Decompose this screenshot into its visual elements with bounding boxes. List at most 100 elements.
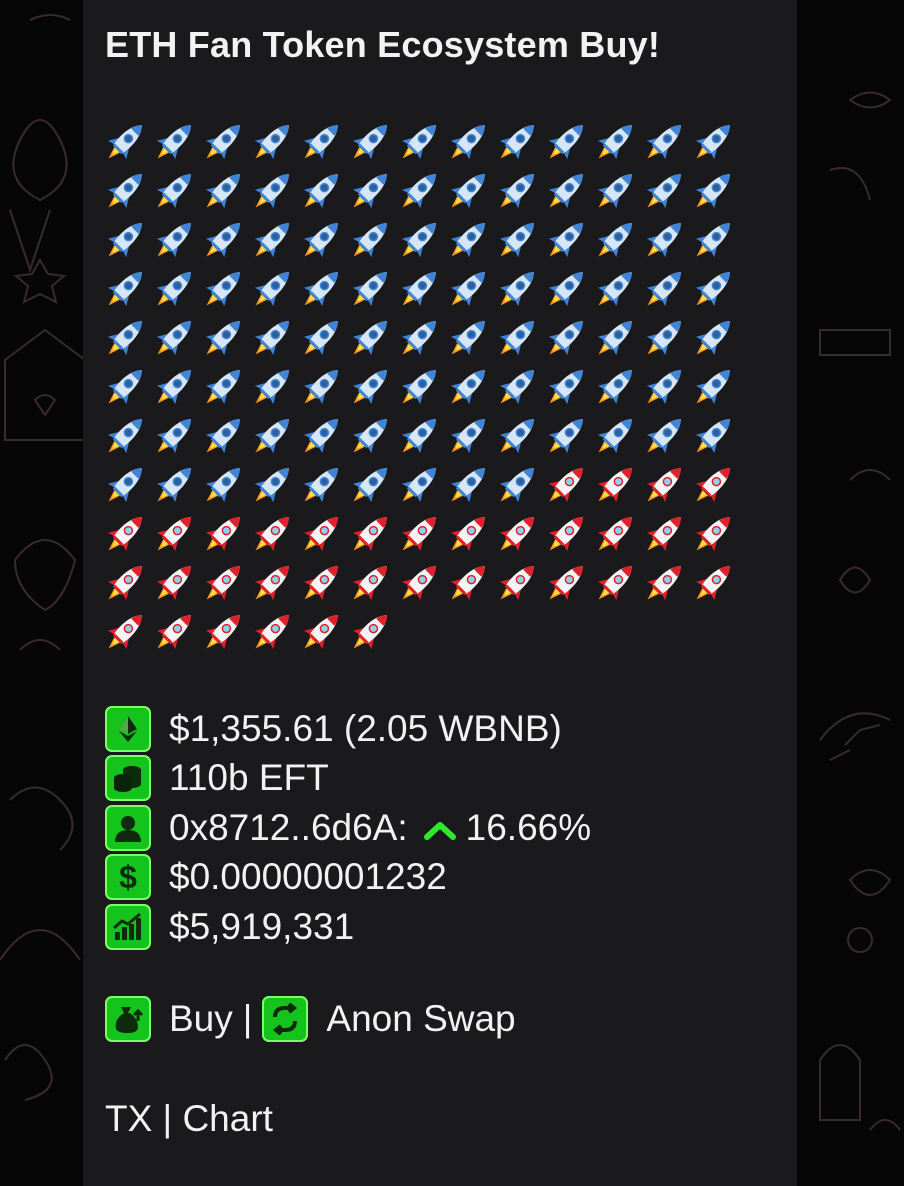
rocket-emoji-blue (254, 223, 289, 258)
rocket-emoji-blue (156, 370, 191, 405)
rocket-emoji-blue (646, 419, 681, 454)
rocket-emoji-blue (352, 370, 387, 405)
rocket-emoji-blue (303, 370, 338, 405)
rocket-emoji-blue (254, 370, 289, 405)
stat-got-value: 110b EFT (169, 757, 329, 799)
rocket-emoji-blue (352, 125, 387, 160)
rocket-emoji-blue (548, 321, 583, 356)
rocket-emoji-red (107, 517, 142, 552)
rocket-emoji-blue (205, 419, 240, 454)
rocket-emoji-red (107, 566, 142, 601)
buyer-wallet-link[interactable]: 0x8712..6d6A: (169, 807, 408, 849)
rocket-emoji-blue (156, 321, 191, 356)
rocket-emoji-blue (401, 272, 436, 307)
rocket-emoji-red (646, 468, 681, 503)
rocket-emoji-blue (156, 174, 191, 209)
rocket-emoji-blue (597, 223, 632, 258)
rocket-emoji-blue (450, 419, 485, 454)
rocket-emoji-blue (597, 321, 632, 356)
rocket-emoji-blue (499, 174, 534, 209)
rocket-emoji-blue (156, 272, 191, 307)
rocket-emoji-blue (107, 125, 142, 160)
rocket-emoji-blue (597, 272, 632, 307)
rocket-emoji-blue (695, 419, 730, 454)
rocket-emoji-blue (646, 174, 681, 209)
rocket-emoji-blue (254, 272, 289, 307)
anon-swap-link[interactable]: Anon Swap (326, 998, 515, 1040)
rocket-emoji-blue (205, 272, 240, 307)
rocket-emoji-blue (548, 272, 583, 307)
rocket-emoji-blue (205, 174, 240, 209)
rocket-emoji-blue (254, 468, 289, 503)
swap-icon (262, 996, 309, 1042)
rocket-emoji-blue (695, 321, 730, 356)
rocket-emoji-blue (205, 321, 240, 356)
svg-text:$: $ (119, 860, 137, 894)
rocket-emoji-blue (401, 174, 436, 209)
rocket-emoji-blue (352, 223, 387, 258)
rocket-emoji-red (303, 615, 338, 650)
stat-market-cap: $5,919,331 (105, 902, 591, 952)
tx-chart-links[interactable]: TX | Chart (105, 1098, 273, 1140)
rocket-emoji-blue (303, 468, 338, 503)
buy-link[interactable]: Buy (169, 998, 233, 1040)
rocket-emoji-blue (499, 370, 534, 405)
message-bubble: ETH Fan Token Ecosystem Buy! $1,355.61 (… (83, 0, 797, 1186)
rocket-emoji-blue (205, 125, 240, 160)
money-bag-icon (105, 996, 151, 1042)
rocket-emoji-blue (107, 272, 142, 307)
rocket-emoji-blue (352, 321, 387, 356)
rocket-emoji-blue (107, 174, 142, 209)
stat-price: $ $0.00000001232 (105, 853, 591, 903)
rocket-emoji-blue (303, 223, 338, 258)
rocket-emoji-blue (548, 370, 583, 405)
rocket-emoji-blue (548, 419, 583, 454)
rocket-emoji-blue (156, 125, 191, 160)
rocket-emoji-red (352, 566, 387, 601)
message-title: ETH Fan Token Ecosystem Buy! (105, 24, 661, 65)
rocket-emoji-blue (352, 272, 387, 307)
rocket-emoji-blue (450, 321, 485, 356)
rocket-emoji-blue (646, 321, 681, 356)
rocket-emoji-blue (254, 321, 289, 356)
rocket-emoji-blue (352, 468, 387, 503)
rocket-emoji-red (548, 468, 583, 503)
rocket-emoji-blue (254, 419, 289, 454)
rocket-emoji-blue (597, 370, 632, 405)
rocket-emoji-red (352, 615, 387, 650)
rocket-emoji-blue (646, 223, 681, 258)
rocket-emoji-blue (499, 125, 534, 160)
rocket-emoji-red (499, 566, 534, 601)
rocket-emoji-red (205, 615, 240, 650)
rocket-emoji-blue (254, 174, 289, 209)
rocket-emoji-red (597, 517, 632, 552)
rocket-emoji-blue (450, 174, 485, 209)
rocket-emoji-blue (303, 125, 338, 160)
stat-buyer: 0x8712..6d6A: 16.66% (105, 803, 591, 853)
rocket-emoji-red (156, 566, 191, 601)
rocket-emoji-red (205, 566, 240, 601)
rocket-emoji-red (548, 566, 583, 601)
rocket-emoji-blue (107, 468, 142, 503)
rocket-emoji-blue (695, 272, 730, 307)
rocket-emoji-blue (401, 125, 436, 160)
rocket-emoji-red (107, 615, 142, 650)
rocket-emoji-blue (548, 223, 583, 258)
ethereum-icon (105, 705, 151, 752)
buy-stats: $1,355.61 (2.05 WBNB) 110b EFT 0x8712..6… (105, 704, 591, 952)
rocket-emoji-blue (107, 223, 142, 258)
rocket-emoji-blue (156, 223, 191, 258)
link-separator: | (242, 998, 253, 1039)
rocket-emoji-blue (107, 419, 142, 454)
rocket-emoji-red (303, 517, 338, 552)
rocket-emoji-blue (450, 272, 485, 307)
rocket-emoji-blue (156, 468, 191, 503)
rocket-emoji-blue (401, 370, 436, 405)
rocket-emoji-red (254, 517, 289, 552)
rocket-emoji-red (597, 566, 632, 601)
rocket-emoji-red (303, 566, 338, 601)
position-change: 16.66% (465, 806, 592, 848)
rocket-emoji-red (156, 615, 191, 650)
rocket-emoji-blue (499, 321, 534, 356)
rocket-emoji-blue (450, 125, 485, 160)
